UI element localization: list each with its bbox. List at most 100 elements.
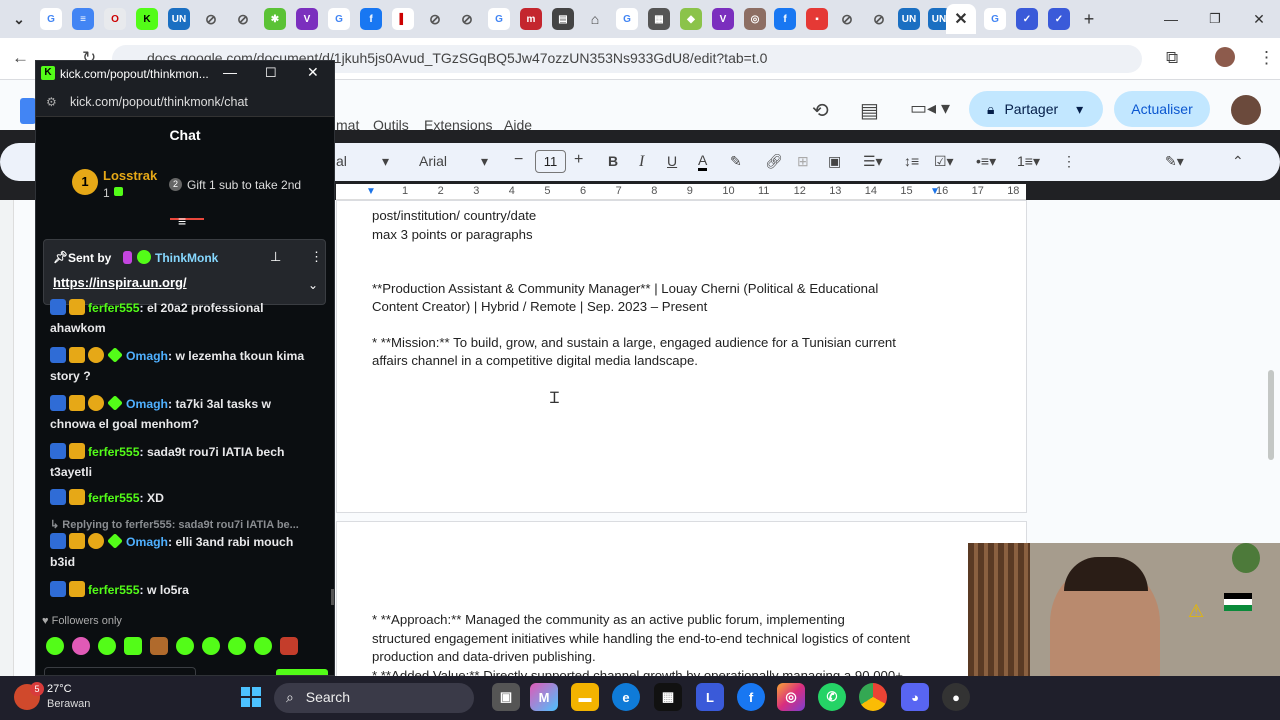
meet-icon[interactable]: ▭◂ ▾: [910, 98, 950, 119]
minimize-window-button[interactable]: —: [1160, 8, 1182, 30]
site-settings-icon[interactable]: ⚙: [46, 95, 57, 109]
tab-app-9[interactable]: ✓: [1016, 8, 1038, 30]
numbered-list-icon[interactable]: 1≡▾: [1017, 153, 1040, 170]
chat-username[interactable]: Omagh: [126, 349, 168, 363]
tab-google-4[interactable]: G: [616, 8, 638, 30]
collapse-toolbar-icon[interactable]: ⌃: [1232, 153, 1244, 170]
chat-send-button[interactable]: [276, 669, 328, 675]
tab-blocked-2[interactable]: ⊘: [232, 8, 254, 30]
weather-temp[interactable]: 27°C: [47, 683, 72, 695]
tab-google-3[interactable]: G: [488, 8, 510, 30]
chat-message[interactable]: ferfer555: XD: [50, 489, 320, 509]
tab-news[interactable]: ▌: [392, 8, 414, 30]
tab-kick[interactable]: K: [136, 8, 158, 30]
tab-google[interactable]: G: [40, 8, 62, 30]
font-dropdown-icon[interactable]: ▾: [481, 153, 488, 170]
tab-active-close-icon[interactable]: ✕: [946, 4, 976, 34]
bulleted-list-icon[interactable]: •≡▾: [976, 153, 996, 170]
tab-mail[interactable]: m: [520, 8, 542, 30]
pinned-link[interactable]: https://inspira.un.org/: [53, 275, 187, 290]
styles-select[interactable]: al: [336, 153, 347, 169]
styles-dropdown-icon[interactable]: ▾: [382, 153, 389, 170]
tab-list-icon[interactable]: ⌄: [8, 8, 30, 30]
more-options-icon[interactable]: ⋮: [1062, 153, 1076, 170]
decrease-font-icon[interactable]: −: [514, 151, 523, 169]
extensions-icon[interactable]: ⧉: [1166, 48, 1178, 68]
add-comment-icon[interactable]: ⊞: [797, 153, 809, 170]
chrome-icon[interactable]: [859, 683, 887, 711]
chat-username[interactable]: ferfer555: [88, 491, 140, 505]
share-dropdown-icon[interactable]: ▾: [1076, 101, 1083, 118]
chat-message[interactable]: ferfer555: sada9t rou7i IATIA bech t3ayet…: [50, 443, 320, 482]
close-window-button[interactable]: ✕: [1248, 8, 1270, 30]
tab-app-3[interactable]: ⌂: [584, 8, 606, 30]
chat-message[interactable]: ferfer555: w lo5ra: [50, 581, 320, 601]
new-tab-button[interactable]: +: [1078, 8, 1100, 30]
unpin-icon[interactable]: ⊥: [270, 249, 281, 265]
checklist-icon[interactable]: ☑▾: [934, 153, 954, 170]
italic-icon[interactable]: I: [639, 153, 644, 171]
store-icon[interactable]: ▦: [654, 683, 682, 711]
tab-blocked-4[interactable]: ⊘: [456, 8, 478, 30]
font-size-input[interactable]: 11: [535, 150, 566, 173]
tab-facebook-2[interactable]: f: [774, 8, 796, 30]
document-body-bottom[interactable]: * **Approach:** Managed the community as…: [372, 611, 910, 685]
tab-un[interactable]: UN: [168, 8, 190, 30]
obs-icon[interactable]: ●: [942, 683, 970, 711]
chat-message[interactable]: ferfer555: el 20a2 professional ahawkom: [50, 299, 320, 338]
tab-opera[interactable]: O: [104, 8, 126, 30]
emote-icon[interactable]: [46, 637, 64, 655]
right-indent-marker[interactable]: ▼: [930, 186, 940, 197]
tab-app-10[interactable]: ✓: [1048, 8, 1070, 30]
tab-news-2[interactable]: ▤: [552, 8, 574, 30]
chat-username[interactable]: ferfer555: [88, 301, 140, 315]
menu-kebab-icon[interactable]: ⋮: [1258, 48, 1275, 68]
tab-app-7[interactable]: ◎: [744, 8, 766, 30]
emote-icon[interactable]: [150, 637, 168, 655]
tab-blocked-3[interactable]: ⊘: [424, 8, 446, 30]
account-avatar[interactable]: [1231, 95, 1261, 125]
comments-icon[interactable]: ▤: [860, 98, 879, 123]
align-icon[interactable]: ☰▾: [863, 153, 883, 170]
expand-pinned-icon[interactable]: ⌄: [308, 278, 318, 292]
chat-message[interactable]: Omagh: w lezemha tkoun kima story ?: [50, 347, 320, 386]
insert-image-icon[interactable]: ▣: [828, 153, 841, 170]
update-button[interactable]: Actualiser: [1114, 91, 1210, 127]
pinned-user[interactable]: ThinkMonk: [155, 251, 218, 265]
editing-mode-icon[interactable]: ✎▾: [1165, 153, 1184, 170]
m365-icon[interactable]: M: [530, 683, 558, 711]
link-icon[interactable]: 🔗︎: [765, 153, 783, 170]
tab-google-5[interactable]: G: [984, 8, 1006, 30]
menu-extensions[interactable]: Extensions: [424, 117, 492, 133]
chat-username[interactable]: ferfer555: [88, 445, 140, 459]
tab-app-4[interactable]: ▦: [648, 8, 670, 30]
pinned-menu-icon[interactable]: ⋮: [310, 249, 323, 265]
chat-maximize-icon[interactable]: ☐: [265, 65, 277, 81]
tab-un-2[interactable]: UN: [898, 8, 920, 30]
underline-icon[interactable]: U: [667, 153, 677, 169]
chat-message[interactable]: Omagh: ta7ki 3al tasks w chnowa el goal m…: [50, 395, 320, 434]
emote-icon[interactable]: [280, 637, 298, 655]
menu-tools[interactable]: Outils: [373, 117, 409, 133]
line-spacing-icon[interactable]: ↕≡: [904, 153, 919, 169]
docs-logo[interactable]: [20, 98, 36, 124]
chat-username[interactable]: ferfer555: [88, 583, 140, 597]
leaderboard-user[interactable]: Losstrak: [103, 168, 157, 183]
left-indent-marker[interactable]: ▼: [366, 186, 376, 197]
file-explorer-icon[interactable]: ▬: [571, 683, 599, 711]
whatsapp-icon[interactable]: ✆: [818, 683, 846, 711]
pinned-message[interactable]: 📌︎ Sent by ThinkMonk ⊥ ⋮ https://inspira…: [43, 239, 326, 305]
tab-blocked[interactable]: ⊘: [200, 8, 222, 30]
instagram-icon[interactable]: ◎: [777, 683, 805, 711]
profile-avatar[interactable]: [1215, 47, 1235, 67]
tab-blocked-5[interactable]: ⊘: [836, 8, 858, 30]
tab-app-6[interactable]: V: [712, 8, 734, 30]
tab-docs[interactable]: ≡: [72, 8, 94, 30]
menu-format[interactable]: mat: [336, 117, 359, 133]
emote-icon[interactable]: [124, 637, 142, 655]
tab-google-2[interactable]: G: [328, 8, 350, 30]
increase-font-icon[interactable]: +: [574, 151, 583, 169]
collapse-icon[interactable]: ≡: [178, 213, 186, 229]
doc-scrollbar[interactable]: [1268, 370, 1274, 460]
chat-input[interactable]: [44, 667, 196, 675]
